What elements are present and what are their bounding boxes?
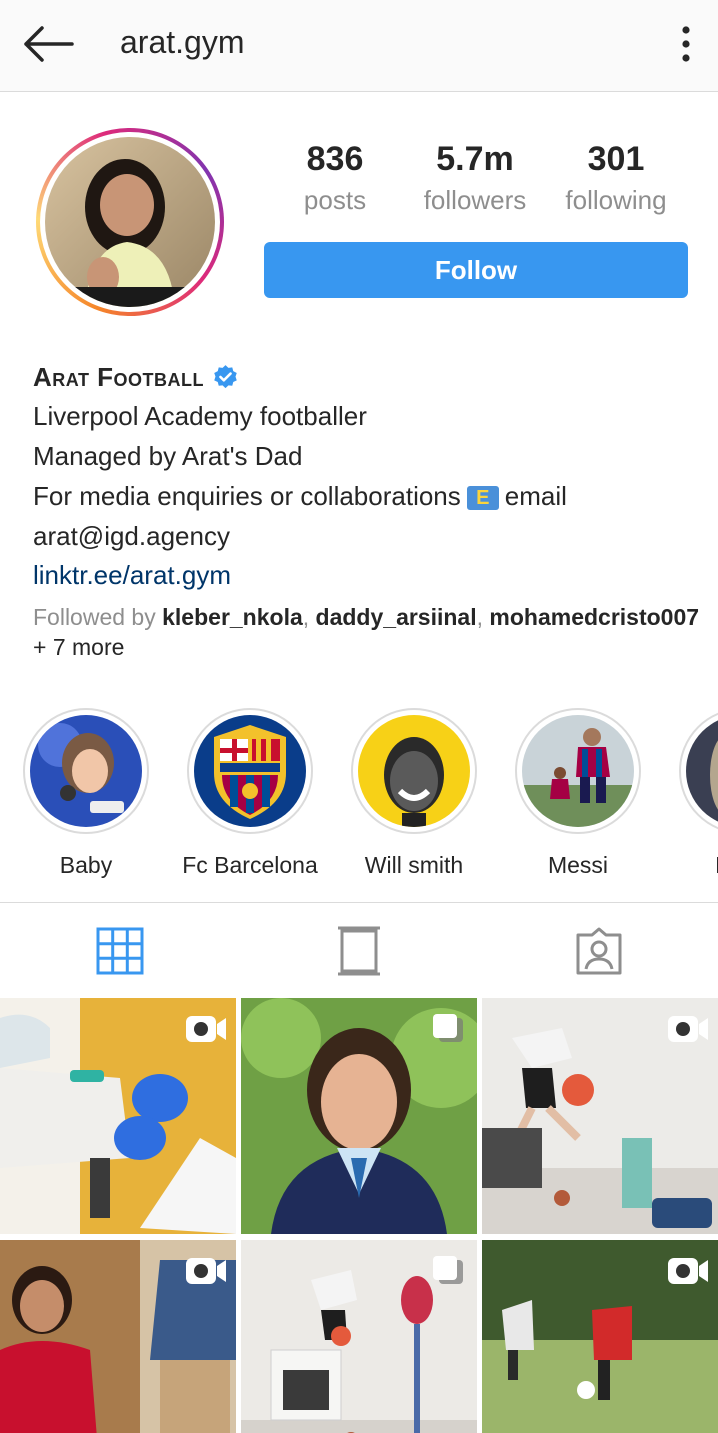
followed-by-more[interactable]: + 7 more xyxy=(33,634,124,660)
highlight-label: Nova xyxy=(660,852,718,879)
story-highlights: Baby Fc Barcelona Will smith Messi xyxy=(0,708,718,888)
highlight-label: Messi xyxy=(547,852,609,878)
highlight-cover-image xyxy=(194,715,306,827)
highlight-label: Will smith xyxy=(364,852,464,878)
followers-count[interactable]: 5.7m followers xyxy=(410,140,540,216)
highlight-messi[interactable]: Messi xyxy=(496,708,660,879)
post-thumbnail[interactable] xyxy=(0,998,236,1234)
following-count[interactable]: 301 following xyxy=(552,140,680,216)
bio-line: Liverpool Academy footballer xyxy=(33,401,367,431)
highlight-baby[interactable]: Baby xyxy=(4,708,168,879)
followed-by-user[interactable]: kleber_nkola xyxy=(162,604,303,630)
igtv-icon[interactable] xyxy=(334,925,384,977)
display-name: Arat Football xyxy=(33,361,205,392)
carousel-icon xyxy=(433,1256,463,1284)
video-icon xyxy=(668,1016,708,1042)
video-icon xyxy=(668,1258,708,1284)
highlight-label: Baby xyxy=(59,852,113,878)
video-icon xyxy=(186,1016,226,1042)
highlight-cover-image xyxy=(358,715,470,827)
highlight-will-smith[interactable]: Will smith xyxy=(332,708,496,879)
bio-email-address: arat@igd.agency xyxy=(33,521,230,551)
more-options-icon[interactable] xyxy=(676,24,696,64)
followed-by-summary[interactable]: Followed by kleber_nkola, daddy_arsiinal… xyxy=(33,602,703,662)
back-arrow-icon[interactable] xyxy=(20,22,76,66)
grid-icon[interactable] xyxy=(95,925,145,977)
follow-button[interactable]: Follow xyxy=(264,242,688,298)
bio-email-line: For media enquiries or collaborations Eem… xyxy=(33,476,703,516)
profile-username: arat.gym xyxy=(120,24,245,60)
top-bar: arat.gym xyxy=(0,0,718,92)
bio-email-suffix: email xyxy=(504,481,567,511)
highlight-cover-image xyxy=(686,715,718,827)
e-mail-emoji-icon: E xyxy=(466,486,499,511)
post-thumbnail[interactable] xyxy=(0,1240,236,1433)
followers-value: 5.7m xyxy=(436,140,514,178)
following-label: following xyxy=(565,185,667,215)
avatar xyxy=(45,137,215,307)
verified-badge-icon xyxy=(214,364,237,388)
following-value: 301 xyxy=(587,140,645,178)
posts-value: 836 xyxy=(306,140,364,178)
followed-by-user[interactable]: mohamedcristo007 xyxy=(489,604,699,630)
profile-website-link[interactable]: linktr.ee/arat.gym xyxy=(33,556,703,594)
carousel-icon xyxy=(433,1014,463,1042)
profile-content-tabs xyxy=(0,902,718,998)
post-thumbnail[interactable] xyxy=(241,998,477,1234)
highlight-nova[interactable]: Nova xyxy=(660,708,718,879)
highlight-fc-barcelona[interactable]: Fc Barcelona xyxy=(168,708,332,879)
profile-bio: Arat Football Liverpool Academy football… xyxy=(33,360,703,662)
video-icon xyxy=(186,1258,226,1284)
post-thumbnail[interactable] xyxy=(482,1240,718,1433)
followers-label: followers xyxy=(423,185,527,215)
profile-avatar-story-ring[interactable] xyxy=(36,128,224,316)
highlight-label: Fc Barcelona xyxy=(182,852,318,878)
posts-grid xyxy=(0,998,718,1433)
bio-line: Managed by Arat's Dad xyxy=(33,441,303,471)
post-thumbnail[interactable] xyxy=(482,998,718,1234)
followed-by-prefix: Followed by xyxy=(33,604,156,630)
bio-email-prefix: For media enquiries or collaborations xyxy=(33,481,461,511)
highlight-cover-image xyxy=(30,715,142,827)
post-thumbnail[interactable] xyxy=(241,1240,477,1433)
posts-count[interactable]: 836 posts xyxy=(290,140,380,216)
highlight-cover-image xyxy=(522,715,634,827)
posts-label: posts xyxy=(303,185,367,215)
followed-by-user[interactable]: daddy_arsiinal xyxy=(316,604,477,630)
avatar-photo xyxy=(45,137,215,307)
tagged-icon[interactable] xyxy=(574,925,624,977)
